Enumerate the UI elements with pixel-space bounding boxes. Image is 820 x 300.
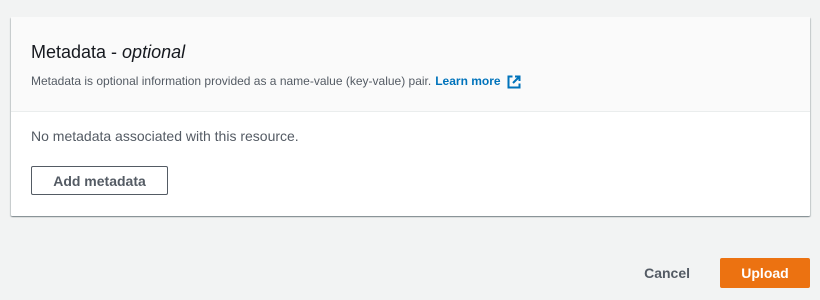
upload-button[interactable]: Upload — [720, 258, 810, 288]
metadata-description: Metadata is optional information provide… — [31, 73, 790, 89]
metadata-description-text: Metadata is optional information provide… — [31, 74, 432, 88]
learn-more-link[interactable]: Learn more — [435, 73, 521, 89]
empty-metadata-message: No metadata associated with this resourc… — [31, 128, 299, 144]
metadata-title-optional: optional — [122, 42, 186, 62]
learn-more-label: Learn more — [435, 74, 501, 88]
metadata-panel-header: Metadata - optional Metadata is optional… — [11, 17, 810, 112]
footer-actions: Cancel Upload — [624, 258, 810, 288]
add-metadata-button[interactable]: Add metadata — [31, 166, 168, 195]
metadata-panel-title: Metadata - optional — [31, 41, 790, 63]
metadata-panel-body: No metadata associated with this resourc… — [11, 112, 810, 195]
cancel-button[interactable]: Cancel — [624, 258, 710, 288]
metadata-panel: Metadata - optional Metadata is optional… — [11, 17, 810, 216]
metadata-title-text: Metadata - — [31, 42, 123, 62]
external-link-icon — [507, 75, 521, 89]
